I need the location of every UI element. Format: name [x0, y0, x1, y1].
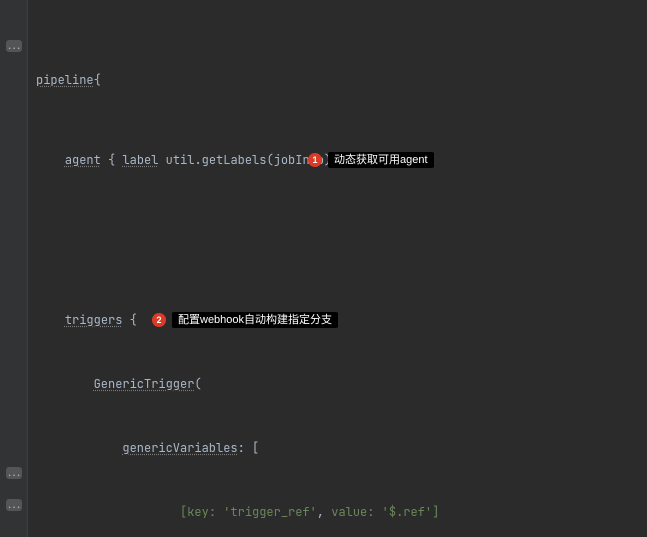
fold-marker-icon[interactable]: ...	[6, 499, 22, 511]
keyword-triggers: triggers	[65, 312, 123, 328]
brace: {	[122, 312, 151, 328]
colon-bracket: : [	[238, 440, 260, 456]
fold-marker-icon[interactable]: ...	[6, 467, 22, 479]
map-value: value	[331, 504, 367, 520]
colon: :	[367, 504, 381, 520]
str-trigger-ref: 'trigger_ref'	[223, 504, 317, 520]
keyword-label: label	[122, 152, 158, 168]
colon: :	[209, 504, 223, 520]
keyword-agent: agent	[65, 152, 101, 168]
text: {	[101, 152, 123, 168]
callout-text-1: 动态获取可用agent	[328, 152, 434, 168]
gutter: ... ... ...	[0, 0, 28, 537]
bracket: ]	[432, 504, 439, 520]
code-area[interactable]: pipeline{ agent { label util.getLabels(j…	[28, 0, 647, 537]
brace: {	[94, 72, 101, 88]
code-editor: ... ... ... pipeline{ agent { label util…	[0, 0, 647, 537]
map-key: key	[187, 504, 209, 520]
callout-dot-2: 2	[152, 313, 166, 327]
callout-dot-1: 1	[308, 153, 322, 167]
id-genericvariables: genericVariables	[122, 440, 237, 456]
str-ref: '$.ref'	[382, 504, 432, 520]
callout-text-2: 配置webhook自动构建指定分支	[172, 312, 338, 328]
id-generictrigger: GenericTrigger	[94, 376, 195, 392]
comma: ,	[317, 504, 331, 520]
keyword-pipeline: pipeline	[36, 72, 94, 88]
fold-marker-icon[interactable]: ...	[6, 40, 22, 52]
paren: (	[194, 376, 201, 392]
